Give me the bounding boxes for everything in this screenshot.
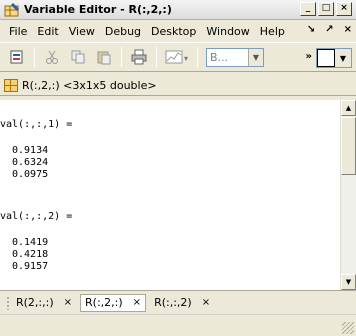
menu-desktop[interactable]: Desktop	[146, 25, 201, 38]
close-tab-icon[interactable]: ×	[202, 297, 210, 308]
copy-icon[interactable]	[68, 47, 88, 67]
value-cell[interactable]: 0.0975	[12, 169, 48, 180]
tab-label: R(2,:,:)	[16, 296, 54, 309]
toolbar-overflow-button[interactable]: »	[306, 51, 312, 62]
print-icon[interactable]	[129, 47, 149, 67]
plot-selector-combo[interactable]: B... ▼	[206, 47, 264, 67]
toolbar-separator	[34, 47, 35, 67]
svg-text:▾: ▾	[184, 54, 188, 63]
value-cell[interactable]: 0.4218	[12, 249, 48, 260]
layout-selector[interactable]: ▼	[316, 48, 352, 68]
menu-file[interactable]: File	[4, 25, 32, 38]
window-title: Variable Editor - R(:,2,:)	[24, 3, 172, 16]
dock-icon[interactable]: ↗	[325, 24, 333, 35]
tab-label: R(:,2,:)	[85, 296, 123, 309]
plot-icon[interactable]: ▾	[164, 47, 190, 67]
variable-content-pane[interactable]: val(:,:,1) = 0.9134 0.6324 0.0975 val(:,…	[0, 100, 340, 290]
close-button[interactable]: ×	[336, 2, 352, 16]
value-cell[interactable]: 0.1419	[12, 237, 48, 248]
scroll-thumb[interactable]	[341, 117, 356, 175]
undock-icon[interactable]: ↘	[307, 24, 315, 35]
variable-editor-icon	[4, 2, 20, 17]
slice-title: val(:,:,1) =	[0, 119, 73, 130]
slice-title: val(:,:,2) =	[0, 211, 73, 222]
value-cell[interactable]: 0.9157	[12, 261, 48, 272]
chevron-down-icon[interactable]: ▼	[335, 49, 351, 67]
value-cell[interactable]: 0.9134	[12, 145, 48, 156]
tab-r-col-2[interactable]: R(:,2,:) ×	[80, 293, 147, 312]
document-tab-bar: R(2,:,:) × R(:,2,:) × R(:,:,2) ×	[0, 290, 356, 314]
value-cell[interactable]: 0.6324	[12, 157, 48, 168]
toolbar: ▾ B... ▼ » ▼	[0, 42, 356, 72]
toolbar-separator	[156, 47, 157, 67]
toolbar-separator	[197, 47, 198, 67]
array-icon	[4, 78, 18, 92]
scroll-up-button[interactable]: ▲	[341, 100, 356, 116]
chevron-down-icon[interactable]: ▼	[248, 48, 263, 66]
menu-bar: File Edit View Debug Desktop Window Help…	[0, 20, 356, 42]
plot-selector-value: B...	[210, 50, 229, 64]
vertical-scrollbar[interactable]: ▲ ▼	[340, 100, 356, 290]
variable-label: R(:,2,:) <3x1x5 double>	[22, 78, 157, 92]
close-editor-icon[interactable]: ×	[344, 24, 352, 35]
maximize-button[interactable]: □	[318, 2, 334, 16]
title-bar[interactable]: Variable Editor - R(:,2,:) _ □ ×	[0, 0, 356, 20]
tab-r-2[interactable]: R(2,:,:) ×	[12, 294, 76, 312]
tab-r-page-2[interactable]: R(:,:,2) ×	[150, 294, 214, 312]
import-data-icon[interactable]	[7, 47, 27, 67]
close-tab-icon[interactable]: ×	[64, 297, 72, 308]
layout-icon	[317, 49, 335, 67]
status-bar	[0, 314, 356, 336]
menu-help[interactable]: Help	[255, 25, 290, 38]
variable-header: R(:,2,:) <3x1x5 double>	[0, 75, 356, 96]
menu-view[interactable]: View	[64, 25, 100, 38]
menu-debug[interactable]: Debug	[100, 25, 146, 38]
toolbar-separator	[121, 47, 122, 67]
paste-icon[interactable]	[94, 47, 114, 67]
cut-icon[interactable]	[42, 47, 62, 67]
resize-grip-icon[interactable]	[342, 322, 354, 334]
menu-edit[interactable]: Edit	[32, 25, 63, 38]
scroll-down-button[interactable]: ▼	[341, 274, 356, 290]
close-tab-icon[interactable]: ×	[133, 297, 141, 308]
tab-label: R(:,:,2)	[154, 296, 192, 309]
menu-window[interactable]: Window	[201, 25, 254, 38]
variable-editor-window: Variable Editor - R(:,2,:) _ □ × File Ed…	[0, 0, 356, 336]
drag-grip-icon[interactable]	[6, 295, 10, 310]
minimize-button[interactable]: _	[300, 2, 316, 16]
